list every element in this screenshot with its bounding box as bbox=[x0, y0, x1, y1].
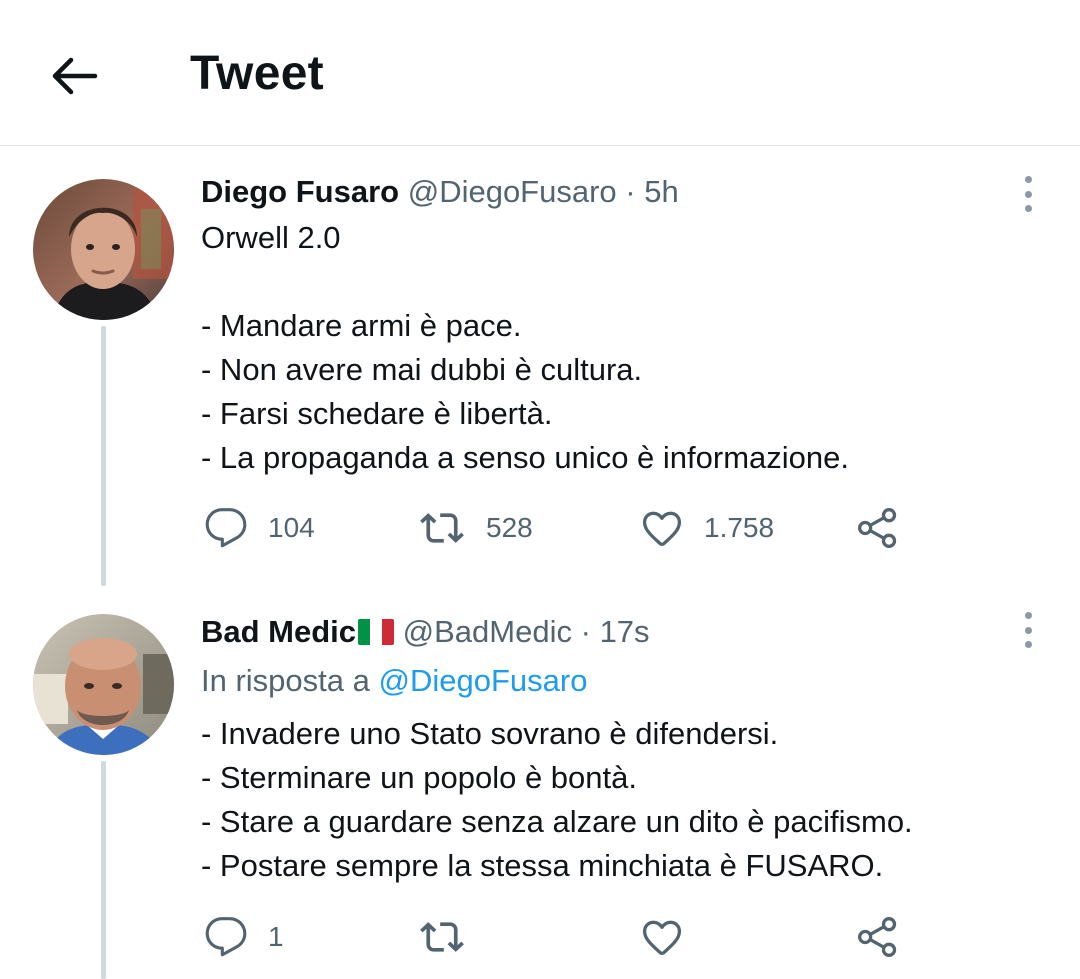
reply-icon bbox=[205, 508, 247, 548]
tweet-line: - Stare a guardare senza alzare un dito … bbox=[201, 804, 913, 839]
timestamp[interactable]: 5h bbox=[644, 174, 678, 209]
reply-icon bbox=[205, 917, 247, 957]
like-button[interactable] bbox=[640, 912, 704, 962]
author-handle[interactable]: @BadMedic bbox=[403, 614, 572, 649]
timestamp[interactable]: 17s bbox=[600, 614, 650, 649]
share-icon bbox=[858, 917, 897, 957]
author-name[interactable]: Bad Medic bbox=[201, 614, 356, 649]
tweet-text: - Invadere uno Stato sovrano è difenders… bbox=[201, 712, 913, 888]
retweet-icon bbox=[420, 513, 464, 543]
reply-button[interactable]: 1 bbox=[204, 912, 284, 962]
tweet-line: - Invadere uno Stato sovrano è difenders… bbox=[201, 716, 779, 751]
tweet-reply[interactable]: Bad Medic @BadMedic · 17s In risposta a … bbox=[0, 586, 1080, 979]
arrow-left-icon bbox=[52, 57, 98, 95]
like-button[interactable]: 1.758 bbox=[640, 503, 774, 553]
thread-line bbox=[101, 761, 106, 979]
share-button[interactable] bbox=[856, 912, 900, 962]
back-button[interactable] bbox=[42, 44, 106, 108]
separator-dot: · bbox=[580, 614, 591, 649]
reply-prefix: In risposta a bbox=[201, 663, 379, 698]
tweet-line: - Farsi schedare è libertà. bbox=[201, 396, 553, 431]
tweet-line: - Mandare armi è pace. bbox=[201, 308, 522, 343]
action-bar: 1 bbox=[200, 912, 920, 962]
tweet-line: - Sterminare un popolo è bontà. bbox=[201, 760, 637, 795]
tweet-line: - La propaganda a senso unico è informaz… bbox=[201, 440, 849, 475]
more-options-button[interactable] bbox=[1016, 608, 1040, 652]
share-button[interactable] bbox=[856, 503, 900, 553]
replying-to: In risposta a @DiegoFusaro bbox=[201, 661, 587, 701]
share-icon bbox=[858, 508, 897, 548]
more-dots-icon bbox=[1024, 612, 1032, 619]
tweet-line: - Postare sempre la stessa minchiata è F… bbox=[201, 848, 884, 883]
more-options-button[interactable] bbox=[1016, 172, 1040, 216]
author-handle[interactable]: @DiegoFusaro bbox=[408, 174, 617, 209]
retweet-button[interactable] bbox=[418, 912, 486, 962]
heart-icon bbox=[642, 920, 682, 955]
heart-icon bbox=[642, 511, 682, 546]
italy-flag-icon bbox=[358, 619, 395, 645]
reply-button[interactable]: 104 bbox=[204, 503, 315, 553]
action-bar: 104 528 1.758 bbox=[200, 503, 920, 553]
reply-count: 104 bbox=[268, 512, 315, 543]
tweet-header: Diego Fusaro @DiegoFusaro · 5h bbox=[201, 172, 679, 212]
retweet-button[interactable]: 528 bbox=[418, 503, 533, 553]
tweet-line: - Non avere mai dubbi è cultura. bbox=[201, 352, 643, 387]
reply-count: 1 bbox=[268, 921, 284, 952]
tweet-main[interactable]: Diego Fusaro @DiegoFusaro · 5h Orwell 2.… bbox=[0, 146, 1080, 586]
tweet-text: Orwell 2.0 - Mandare armi è pace. - Non … bbox=[201, 216, 849, 480]
tweet-line: Orwell 2.0 bbox=[201, 220, 341, 255]
separator-dot: · bbox=[625, 174, 636, 209]
avatar[interactable] bbox=[33, 179, 174, 320]
tweet-header: Bad Medic @BadMedic · 17s bbox=[201, 612, 650, 652]
top-bar: Tweet bbox=[0, 0, 1080, 146]
thread-line bbox=[101, 326, 106, 586]
retweet-count: 528 bbox=[486, 512, 533, 543]
like-count: 1.758 bbox=[704, 512, 775, 543]
retweet-icon bbox=[420, 922, 464, 952]
author-name[interactable]: Diego Fusaro bbox=[201, 174, 399, 209]
reply-handle-link[interactable]: @DiegoFusaro bbox=[378, 663, 587, 698]
more-dots-icon bbox=[1024, 176, 1032, 183]
page-title: Tweet bbox=[190, 47, 324, 100]
avatar[interactable] bbox=[33, 614, 174, 755]
